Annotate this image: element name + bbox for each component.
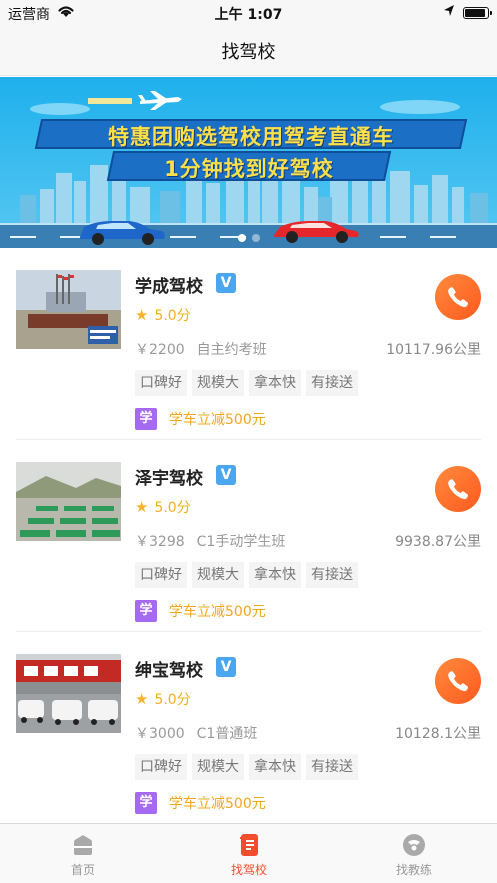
tab-label: 首页 (70, 863, 95, 877)
promo-text: 学车立减500元 (169, 604, 266, 620)
tab-find-coach[interactable]: 找教练 (331, 824, 497, 883)
school-photo (16, 270, 121, 349)
tab-bar: 首页 找驾校 找教练 (0, 823, 497, 883)
star-icon: ★ (135, 690, 149, 708)
school-card[interactable]: 泽宇驾校 V ★ 5.0分 ￥3298 C1手动学生班 9938.87公里 口碑好规… (0, 440, 497, 632)
banner-pagination[interactable] (0, 227, 497, 246)
tag: 拿本快 (249, 370, 301, 396)
tab-label: 找驾校 (230, 863, 267, 877)
promo-row: 学学车立减500元 (135, 408, 266, 430)
school-distance: 10128.1公里 (395, 726, 481, 742)
location-arrow-icon (443, 4, 455, 22)
school-price: ￥2200 自主约考班 (135, 339, 267, 359)
tag: 口碑好 (135, 370, 187, 396)
banner-dot-2[interactable] (251, 234, 260, 242)
banner-subheadline: 1分钟找到好驾校 (164, 157, 334, 181)
call-button[interactable] (435, 274, 481, 320)
verified-icon: V (216, 657, 236, 677)
tag: 规模大 (192, 370, 244, 396)
home-icon (74, 835, 92, 855)
verified-icon: V (216, 465, 236, 485)
school-photo (16, 654, 121, 733)
call-button[interactable] (435, 466, 481, 512)
tag-list: 口碑好 规模大 拿本快 有接送 (135, 754, 363, 780)
promo-banner[interactable]: 特惠团购选驾校用驾考直通车 1分钟找到好驾校 (0, 77, 497, 248)
nav-bar: 找驾校 (0, 26, 497, 76)
school-rating: ★ 5.0分 (135, 305, 191, 325)
price-value: ￥3298 (135, 534, 185, 550)
page-title: 找驾校 (221, 42, 276, 63)
tab-find-school[interactable]: 找驾校 (166, 824, 332, 883)
promo-badge: 学 (135, 600, 157, 622)
school-card[interactable]: 绅宝驾校 V ★ 5.0分 ￥3000 C1普通班 10128.1公里 口碑好 规模大… (0, 632, 497, 824)
tag: 有接送 (306, 754, 358, 780)
course-name: C1手动学生班 (196, 534, 286, 550)
tab-home[interactable]: 首页 (0, 824, 166, 883)
promo-badge: 学 (135, 408, 157, 430)
promo-badge: 学 (135, 792, 157, 814)
promo-text: 学车立减500元 (169, 412, 266, 428)
tag: 规模大 (192, 562, 244, 588)
star-icon: ★ (135, 498, 149, 516)
tag-list: 口碑好 规模大 拿本快 有接送 (135, 562, 363, 588)
school-price: ￥3298 C1手动学生班 (135, 531, 285, 551)
tag: 有接送 (306, 562, 358, 588)
school-rating: ★ 5.0分 (135, 497, 191, 517)
call-button[interactable] (435, 658, 481, 704)
tag: 拿本快 (249, 562, 301, 588)
status-bar: 运营商 上午 1:07 (0, 0, 497, 26)
school-distance: 10117.96公里 (386, 342, 481, 358)
school-distance: 9938.87公里 (395, 534, 481, 550)
status-time: 上午 1:07 (214, 7, 283, 23)
phone-icon (448, 287, 469, 308)
rating-value: 5.0分 (154, 692, 191, 708)
star-icon: ★ (135, 306, 149, 324)
school-name: 绅宝驾校 (135, 661, 203, 681)
course-name: 自主约考班 (196, 342, 267, 358)
banner-dot-1[interactable] (237, 234, 246, 242)
tag: 规模大 (192, 754, 244, 780)
tag: 有接送 (306, 370, 358, 396)
phone-icon (448, 479, 469, 500)
battery-level (465, 9, 485, 17)
school-name: 学成驾校 (135, 277, 203, 297)
promo-row: 学学车立减500元 (135, 600, 266, 622)
tag: 口碑好 (135, 754, 187, 780)
school-card[interactable]: 学成驾校 V ★ 5.0分 ￥2200 自主约考班 10117.96公里 口碑好 规模… (0, 248, 497, 440)
school-price: ￥3000 C1普通班 (135, 723, 257, 743)
phone-icon (448, 671, 469, 692)
school-photo (16, 462, 121, 541)
school-name: 泽宇驾校 (135, 469, 203, 489)
battery-icon (463, 7, 492, 19)
promo-row: 学学车立减500元 (135, 792, 266, 814)
verified-icon: V (216, 273, 236, 293)
promo-text: 学车立减500元 (169, 796, 266, 812)
banner-headline: 特惠团购选驾校用驾考直通车 (108, 125, 394, 149)
course-name: C1普通班 (196, 726, 258, 742)
tag: 口碑好 (135, 562, 187, 588)
tag: 拿本快 (249, 754, 301, 780)
coach-icon (403, 834, 425, 856)
rating-value: 5.0分 (154, 500, 191, 516)
tag-list: 口碑好 规模大 拿本快 有接送 (135, 370, 363, 396)
rating-value: 5.0分 (154, 308, 191, 324)
price-value: ￥3000 (135, 726, 185, 742)
price-value: ￥2200 (135, 342, 185, 358)
school-icon (240, 834, 258, 856)
tab-label: 找教练 (395, 863, 432, 877)
school-rating: ★ 5.0分 (135, 689, 191, 709)
